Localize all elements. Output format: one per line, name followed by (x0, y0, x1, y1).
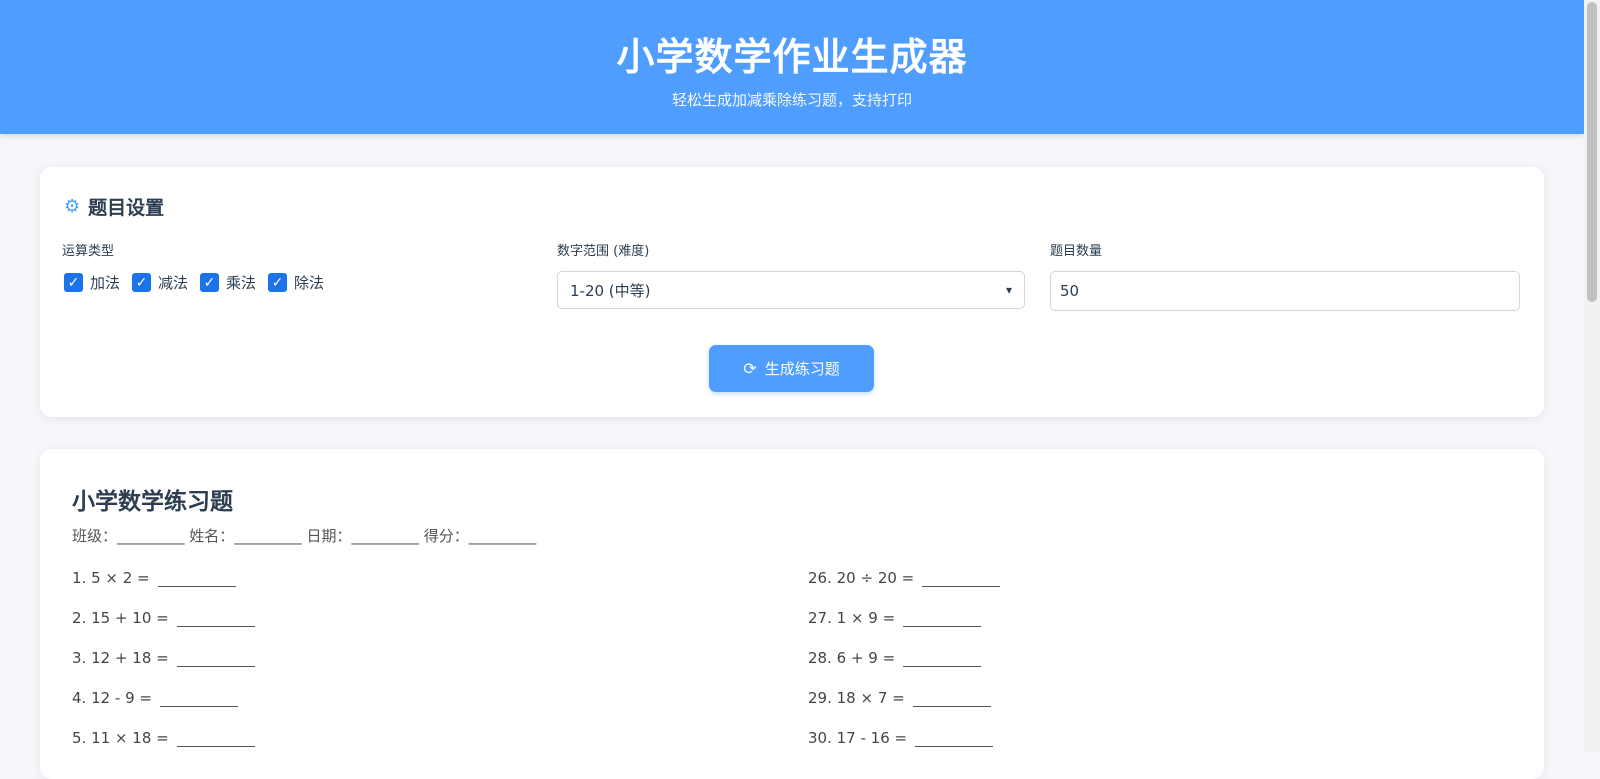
page-subtitle: 轻松生成加减乘除练习题，支持打印 (671, 91, 912, 109)
check-icon[interactable]: ✓ (268, 273, 288, 292)
list-item: 4. 12 - 9 = (72, 689, 238, 707)
count-label: 题目数量 (1050, 244, 1103, 259)
chevron-down-icon: ▾ (1005, 283, 1012, 297)
list-item: 26. 20 ÷ 20 = (808, 569, 1001, 587)
check-icon[interactable]: ✓ (64, 273, 83, 292)
multiplication-checkbox[interactable]: ✓ 乘法 (200, 272, 256, 293)
list-item: 30. 17 - 16 = (808, 729, 994, 747)
gears-icon: ⚙ (64, 196, 81, 217)
division-checkbox[interactable]: ✓ 除法 (268, 272, 324, 293)
count-input[interactable]: 50 (1050, 271, 1520, 311)
range-select[interactable]: 1-20 (中等) ▾ (557, 271, 1025, 309)
check-icon[interactable]: ✓ (200, 273, 220, 292)
list-item: 28. 6 + 9 = (808, 649, 982, 667)
app-header: 小学数学作业生成器 轻松生成加减乘除练习题，支持打印 (0, 0, 1584, 134)
list-item: 5. 11 × 18 = (72, 729, 255, 747)
scrollbar[interactable] (1584, 0, 1600, 752)
worksheet-title: 小学数学练习题 (72, 489, 233, 515)
operation-checkboxes: ✓ 加法 ✓ 减法 ✓ 乘法 ✓ 除法 (64, 272, 324, 293)
check-icon[interactable]: ✓ (132, 273, 152, 292)
generate-button[interactable]: ⟳ 生成练习题 (709, 345, 874, 392)
settings-title: ⚙ 题目设置 (64, 196, 165, 219)
worksheet-meta: 班级：_________ 姓名：_________ 日期：_________ 得… (72, 527, 537, 545)
subtraction-checkbox[interactable]: ✓ 减法 (132, 272, 188, 293)
list-item: 3. 12 + 18 = (72, 649, 255, 667)
addition-checkbox[interactable]: ✓ 加法 (64, 272, 120, 293)
settings-card: ⚙ 题目设置 运算类型 ✓ 加法 ✓ 减法 ✓ 乘法 ✓ 除法 数字范围 (难度… (40, 167, 1544, 417)
refresh-icon: ⟳ (743, 359, 757, 378)
list-item: 27. 1 × 9 = (808, 609, 982, 627)
range-label: 数字范围 (难度) (557, 244, 650, 259)
list-item: 1. 5 × 2 = (72, 569, 236, 587)
worksheet-card: 小学数学练习题 班级：_________ 姓名：_________ 日期：___… (40, 449, 1544, 779)
operation-type-label: 运算类型 (62, 244, 115, 259)
list-item: 29. 18 × 7 = (808, 689, 991, 707)
list-item: 2. 15 + 10 = (72, 609, 255, 627)
scrollbar-thumb[interactable] (1587, 2, 1597, 302)
page-title: 小学数学作业生成器 (616, 35, 968, 79)
